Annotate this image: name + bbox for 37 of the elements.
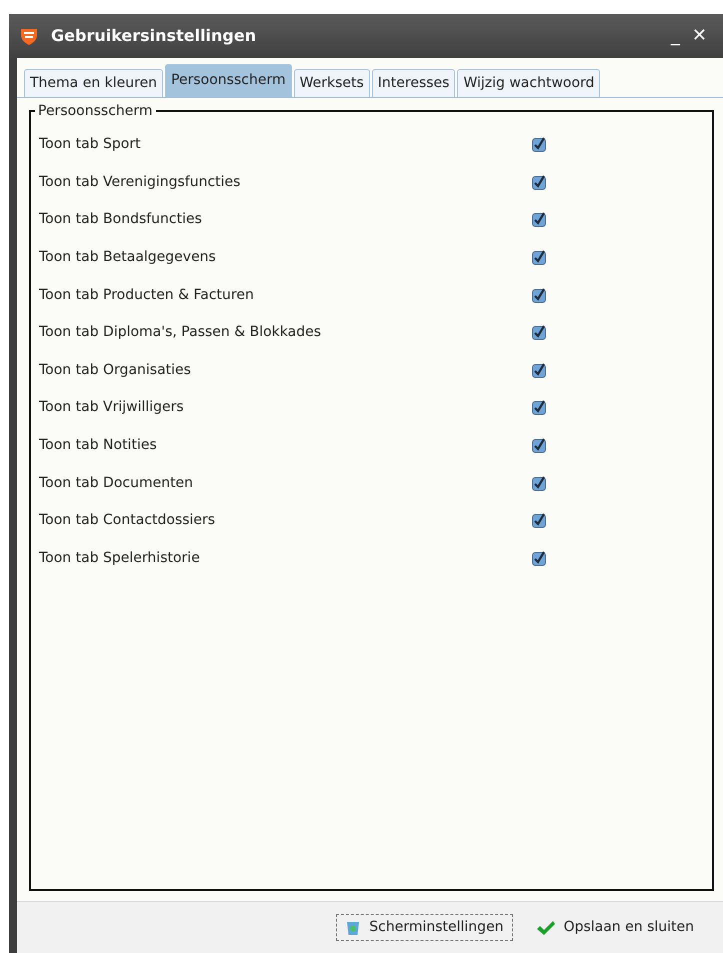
checkbox[interactable] — [532, 325, 547, 340]
option-label: Toon tab Bondsfuncties — [39, 210, 203, 230]
window-title: Gebruikersinstellingen — [51, 25, 258, 47]
checkbox[interactable] — [532, 174, 547, 190]
save-button[interactable]: Opslaan en sluiten — [526, 914, 703, 941]
option-label: Toon tab Contactdossiers — [39, 511, 216, 530]
settings-button[interactable]: Scherminstellingen — [336, 914, 513, 941]
checkbox[interactable] — [532, 212, 547, 228]
tab[interactable]: Interesses — [372, 69, 456, 97]
checkbox[interactable] — [532, 250, 547, 266]
tab[interactable]: Wijzig wachtwoord — [457, 69, 600, 97]
bin-icon — [345, 920, 362, 936]
checkbox[interactable] — [532, 362, 547, 378]
checkbox[interactable] — [532, 288, 547, 303]
option-label: Toon tab Vrijwilligers — [39, 398, 185, 418]
close-button[interactable]: ✕ — [686, 27, 713, 45]
minimize-button[interactable]: _ — [664, 27, 686, 45]
option-label: Toon tab Spelerhistorie — [39, 548, 201, 568]
shield-logo-icon — [19, 26, 39, 46]
option-label: Toon tab Documenten — [39, 474, 194, 493]
option-label: Toon tab Producten & Facturen — [39, 286, 255, 305]
checkmark-icon — [536, 920, 556, 936]
option-label: Toon tab Diploma's, Passen & Blokkades — [39, 323, 322, 342]
option-label: Toon tab Betaalgegevens — [39, 248, 217, 268]
tab[interactable]: Werksets — [294, 69, 370, 97]
option-label: Toon tab Organisaties — [39, 360, 192, 380]
tab[interactable]: Persoonsscherm — [165, 64, 292, 97]
option-label: Toon tab Verenigingsfuncties — [39, 172, 242, 192]
option-label: Toon tab Sport — [39, 135, 142, 154]
checkbox[interactable] — [532, 476, 547, 491]
option-label: Toon tab Notities — [39, 436, 158, 456]
checkbox[interactable] — [532, 438, 547, 454]
checkbox[interactable] — [532, 137, 547, 152]
tab[interactable]: Thema en kleuren — [24, 69, 164, 97]
checkbox[interactable] — [532, 550, 547, 566]
checkbox[interactable] — [532, 513, 547, 528]
checkbox[interactable] — [532, 400, 547, 416]
